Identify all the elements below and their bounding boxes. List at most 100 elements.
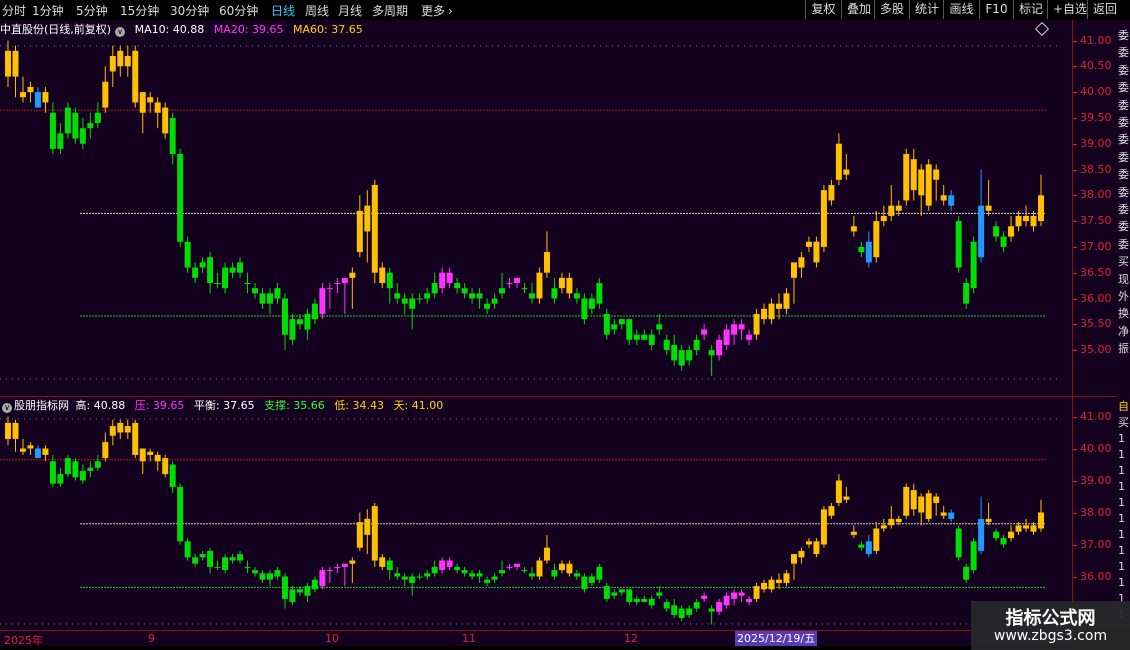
candle-body — [1030, 525, 1037, 532]
candle-body — [349, 272, 356, 278]
candle-body — [940, 512, 947, 516]
candle-body — [514, 277, 521, 284]
stats-button[interactable]: 统计 — [909, 0, 943, 19]
f10-button[interactable]: F10 — [979, 0, 1013, 19]
candle-body — [296, 589, 303, 593]
candle-body — [671, 605, 678, 615]
candle-body — [476, 573, 483, 577]
candle-body — [192, 557, 199, 564]
candle-body — [34, 92, 41, 108]
side-strip-char: 1 — [1118, 480, 1125, 493]
candle-body — [79, 470, 86, 481]
candle-body — [865, 541, 872, 555]
price-tick — [1073, 513, 1077, 514]
main-chart-panel[interactable]: 中直股份(日线,前复权) ∨ MA10: 40.88 MA20: 39.65 MA… — [0, 20, 1072, 396]
period-tab-fenshi[interactable]: 分时 — [2, 2, 26, 19]
period-tab-more[interactable]: 更多 › — [421, 2, 453, 19]
price-tick — [1073, 299, 1077, 300]
adjust-button[interactable]: 复权 — [805, 0, 841, 19]
indicator-panel[interactable]: ∨ 股朋指标网 高: 40.88 压: 39.65 平衡: 37.65 支撑: 3… — [0, 397, 1072, 630]
candle-body — [528, 293, 535, 299]
candle-body — [326, 288, 333, 290]
price-tick — [1073, 41, 1077, 42]
period-tab-daily[interactable]: 日线 — [271, 2, 295, 19]
candle-body — [813, 541, 820, 555]
candle-body — [573, 293, 580, 299]
back-button[interactable]: 返回 — [1087, 0, 1120, 19]
candle-body — [746, 334, 753, 340]
candle-body — [124, 426, 131, 433]
draw-line-button[interactable]: 画线 — [943, 0, 979, 19]
price-tick-label: 41.00 — [1080, 410, 1112, 423]
price-tick — [1073, 324, 1077, 325]
side-strip-char: 现 — [1118, 272, 1129, 286]
candle-body — [401, 298, 408, 304]
candle-body — [701, 329, 708, 335]
candle-body — [281, 576, 288, 599]
candle-body — [873, 221, 880, 258]
candle-body — [42, 92, 49, 103]
candle-body — [596, 566, 603, 580]
side-strip-char: 委 — [1118, 63, 1129, 77]
candle-body — [177, 486, 184, 542]
period-tab-15min[interactable]: 15分钟 — [120, 2, 159, 19]
candle-body — [663, 602, 670, 609]
price-tick-label: 37.00 — [1080, 538, 1112, 551]
price-tick — [1073, 144, 1077, 145]
candle-body — [5, 50, 11, 77]
side-strip-char: 1 — [1118, 496, 1125, 509]
candle-body — [259, 293, 266, 304]
candle-body — [888, 205, 895, 216]
period-tab-5min[interactable]: 5分钟 — [76, 2, 108, 19]
price-tick — [1073, 118, 1077, 119]
candle-body — [828, 506, 835, 516]
candle-body — [573, 573, 580, 577]
candle-body — [798, 550, 805, 558]
side-strip-char: 委 — [1118, 203, 1129, 216]
mark-button[interactable]: 标记 — [1013, 0, 1047, 19]
candle-body — [963, 283, 970, 304]
candle-body — [693, 602, 700, 609]
candle-body — [237, 554, 244, 561]
period-toolbar: 分时 1分钟 5分钟 15分钟 30分钟 60分钟 日线 周线 月线 多周期 更… — [0, 0, 1130, 21]
period-tab-30min[interactable]: 30分钟 — [170, 2, 209, 19]
candle-body — [469, 293, 476, 299]
candle-body — [536, 272, 543, 299]
period-tab-multi[interactable]: 多周期 — [372, 2, 408, 19]
period-tab-1min[interactable]: 1分钟 — [32, 2, 64, 19]
candle-body — [701, 595, 708, 599]
candle-body — [820, 190, 827, 247]
add-watchlist-button[interactable]: +自选 — [1047, 0, 1087, 19]
side-strip-char: 委 — [1118, 220, 1129, 234]
price-tick — [1073, 545, 1077, 546]
candle-body — [716, 339, 723, 356]
candle-body — [790, 262, 797, 278]
side-strip-char: 委 — [1118, 29, 1129, 42]
candle-body — [985, 518, 992, 523]
candle-body — [424, 293, 431, 299]
candle-body — [147, 97, 154, 103]
price-tick-label: 35.00 — [1080, 343, 1112, 356]
candle-body — [439, 272, 446, 289]
candle-body — [274, 288, 281, 299]
date-label-oct: 10 — [325, 632, 339, 645]
period-tab-weekly[interactable]: 周线 — [305, 2, 329, 19]
side-strip-char: 外 — [1118, 290, 1129, 303]
candle-body — [611, 324, 618, 330]
candle-body — [64, 458, 71, 475]
candle-body — [993, 226, 1000, 237]
period-tab-60min[interactable]: 60分钟 — [219, 2, 258, 19]
candle-body — [850, 226, 857, 232]
candle-body — [1000, 538, 1007, 545]
period-tab-monthly[interactable]: 月线 — [338, 2, 362, 19]
candle-body — [843, 496, 850, 500]
candle-body — [117, 422, 124, 433]
candle-body — [543, 547, 550, 561]
candle-body — [955, 528, 962, 558]
price-tick — [1073, 66, 1077, 67]
candle-body — [27, 86, 34, 93]
candle-body — [618, 319, 625, 325]
multi-stock-button[interactable]: 多股 — [874, 0, 909, 19]
overlay-button[interactable]: 叠加 — [841, 0, 874, 19]
candle-body — [656, 324, 663, 330]
